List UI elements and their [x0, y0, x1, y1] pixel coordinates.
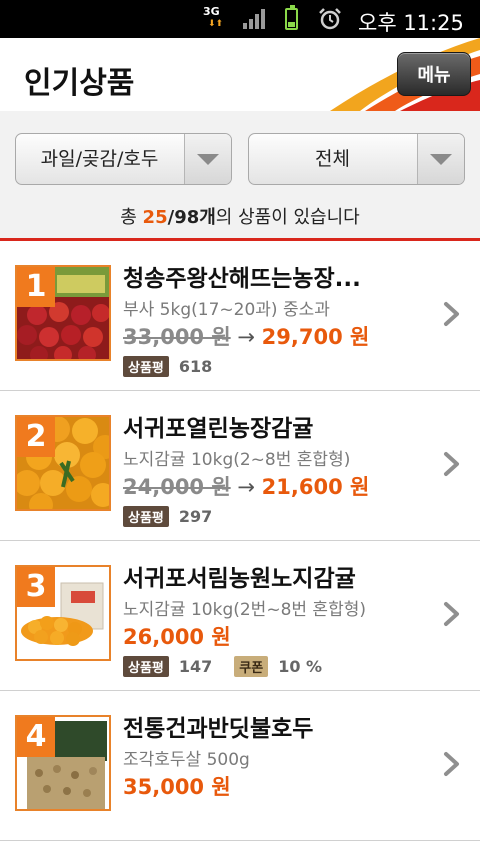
sale-price: 35,000 원 — [123, 775, 231, 799]
review-count: 618 — [178, 357, 213, 376]
data-arrows-icon: ⬇⬆ — [208, 19, 224, 29]
rank-badge: 2 — [17, 417, 55, 457]
product-image: 3 — [15, 565, 111, 661]
product-name: 전통건과반딧불호두 — [123, 716, 314, 742]
chevron-right-icon[interactable] — [442, 451, 462, 477]
rank-badge: 3 — [17, 567, 55, 607]
product-description: 노지감귤 10kg(2~8번 혼합형) — [123, 450, 351, 470]
badge-row: 상품평 147 쿠폰 10 % — [123, 656, 344, 677]
original-price: 33,000 원 — [123, 325, 231, 349]
page-title: 인기상품 — [24, 66, 135, 101]
price-line: 26,000 원 — [123, 621, 231, 651]
review-count: 147 — [178, 657, 213, 676]
product-name: 서귀포열린농장감귤 — [123, 416, 314, 442]
product-description: 부사 5kg(17~20과) 중소과 — [123, 300, 330, 320]
product-count: 총 25/98개의 상품이 있습니다 — [0, 206, 480, 238]
list-item[interactable]: 4 전통건과반딧불호두 조각호두살 500g 35,000 원 — [0, 691, 480, 841]
badge-row: 상품평 297 — [123, 506, 234, 527]
chevron-right-icon[interactable] — [442, 301, 462, 327]
category-dropdown-label: 과일/곶감/호두 — [40, 148, 159, 170]
product-name: 청송주왕산해뜨는농장... — [123, 266, 361, 292]
rank-badge: 4 — [17, 717, 55, 757]
price-arrow: → — [237, 475, 255, 499]
count-shown: 25 — [142, 207, 168, 228]
price-line: 33,000 원 → 29,700 원 — [123, 321, 369, 351]
review-badge: 상품평 — [123, 656, 169, 677]
list-item[interactable]: 2 서귀포열린농장감귤 노지감귤 10kg(2~8번 혼합형) 24,000 원… — [0, 391, 480, 541]
product-image: 1 — [15, 265, 111, 361]
price-line: 24,000 원 → 21,600 원 — [123, 471, 369, 501]
sale-price: 29,700 원 — [261, 325, 370, 349]
signal-icon — [243, 9, 265, 29]
count-total: 98개 — [174, 207, 216, 228]
product-list: 1 청송주왕산해뜨는농장... 부사 5kg(17~20과) 중소과 33,00… — [0, 241, 480, 841]
count-suffix: 의 상품이 있습니다 — [215, 207, 360, 228]
chevron-right-icon[interactable] — [442, 601, 462, 627]
chevron-down-icon[interactable] — [184, 134, 231, 184]
review-count: 297 — [178, 507, 213, 526]
clock: 오후 11:25 — [358, 11, 464, 35]
sale-price: 21,600 원 — [261, 475, 370, 499]
product-image: 4 — [15, 715, 111, 811]
menu-button[interactable]: 메뉴 — [397, 52, 471, 96]
count-prefix: 총 — [120, 207, 143, 228]
app-header: 인기상품 메뉴 — [0, 38, 480, 112]
product-image: 2 — [15, 415, 111, 511]
original-price: 24,000 원 — [123, 475, 231, 499]
chevron-down-icon[interactable] — [417, 134, 464, 184]
rank-badge: 1 — [17, 267, 55, 307]
product-description: 노지감귤 10kg(2번~8번 혼합형) — [123, 600, 366, 620]
list-item[interactable]: 1 청송주왕산해뜨는농장... 부사 5kg(17~20과) 중소과 33,00… — [0, 241, 480, 391]
scope-dropdown[interactable]: 전체 — [248, 133, 465, 185]
filter-bar: 과일/곶감/호두 전체 — [0, 111, 480, 206]
chevron-right-icon[interactable] — [442, 751, 462, 777]
battery-icon — [285, 5, 298, 30]
sale-price: 26,000 원 — [123, 625, 231, 649]
coupon-value: 10 % — [278, 657, 323, 676]
category-dropdown[interactable]: 과일/곶감/호두 — [15, 133, 232, 185]
network-type: 3G — [203, 5, 220, 18]
price-arrow: → — [237, 325, 255, 349]
scope-dropdown-label: 전체 — [315, 148, 350, 170]
badge-row: 상품평 618 — [123, 356, 234, 377]
list-item[interactable]: 3 서귀포서림농원노지감귤 노지감귤 10kg(2번~8번 혼합형) 26,00… — [0, 541, 480, 691]
review-badge: 상품평 — [123, 506, 169, 527]
product-description: 조각호두살 500g — [123, 750, 250, 770]
price-line: 35,000 원 — [123, 771, 231, 801]
review-badge: 상품평 — [123, 356, 169, 377]
coupon-badge: 쿠폰 — [234, 656, 269, 677]
status-bar: 3G ⬇⬆ 오후 11:25 — [0, 0, 480, 38]
product-name: 서귀포서림농원노지감귤 — [123, 566, 356, 592]
alarm-icon — [319, 8, 341, 30]
